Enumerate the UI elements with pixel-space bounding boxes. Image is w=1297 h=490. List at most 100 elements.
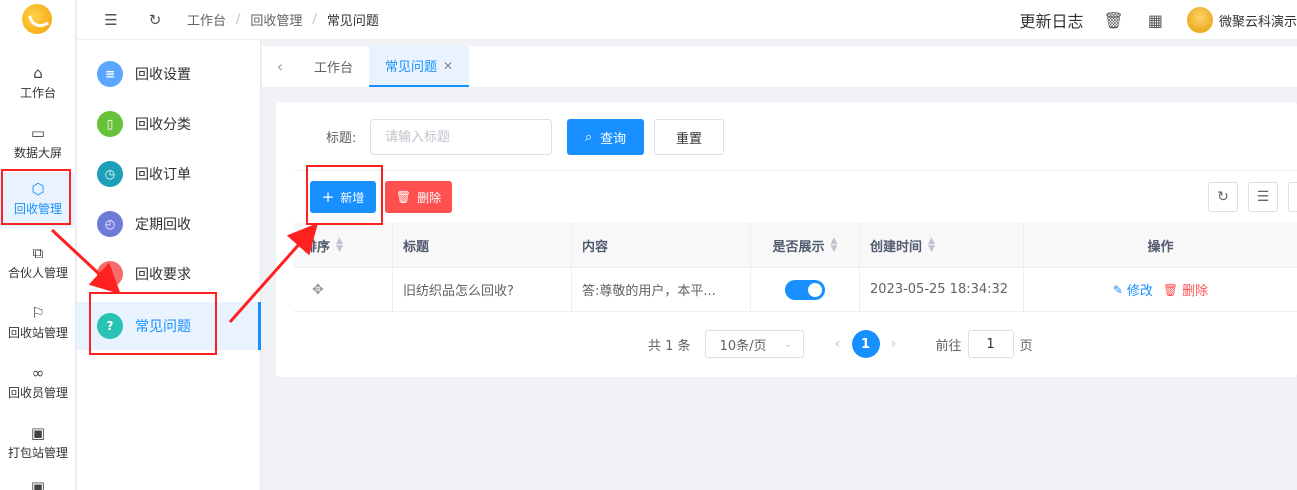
menu-icon: ☰	[1256, 189, 1270, 205]
trash-icon[interactable]: 🗑	[1104, 11, 1124, 30]
reset-button[interactable]: 重置	[654, 119, 724, 155]
tab-label: 工作台	[314, 61, 354, 76]
rail-item-recycle[interactable]: ⬡ 回收管理	[0, 172, 76, 228]
column-label: 标题	[403, 239, 430, 255]
submenu-item-orders[interactable]: ◷ 回收订单	[77, 150, 261, 198]
submenu-item-label: 回收订单	[135, 167, 191, 183]
column-header-content: 内容	[572, 223, 751, 267]
bookmark-icon: ▯	[97, 111, 123, 137]
app-logo[interactable]	[22, 4, 52, 34]
submenu-item-label: 回收设置	[135, 67, 191, 83]
stopwatch-icon: ◴	[97, 211, 123, 237]
changelog-link[interactable]: 更新日志	[1020, 8, 1084, 32]
breadcrumb: 工作台 / 回收管理 / 常见问题	[187, 10, 379, 29]
show-toggle[interactable]	[785, 279, 825, 300]
refresh-table-button[interactable]: ↻	[1208, 182, 1238, 212]
submenu-item-category[interactable]: ▯ 回收分类	[77, 100, 261, 148]
chevron-left-icon[interactable]: ‹	[262, 46, 298, 87]
page-number-current[interactable]: 1	[851, 330, 880, 358]
columns-button[interactable]: ☰	[1248, 182, 1278, 212]
column-header-created[interactable]: 创建时间 ▲ ▼	[860, 223, 1024, 267]
tab-workbench[interactable]: 工作台	[298, 46, 369, 87]
rail-item-workbench[interactable]: ⌂ 工作台	[0, 56, 76, 112]
delete-label: 删除	[1182, 284, 1209, 299]
table-header: 排序 ▲ ▼ 标题 内容 是否展示 ▲ ▼ 创建时间 ▲ ▼ 操作	[294, 223, 1297, 268]
edit-link[interactable]: ✎ 修改	[1112, 280, 1153, 300]
rail-item-station[interactable]: ⚐ 回收站管理	[0, 296, 76, 352]
goto-page-input[interactable]	[967, 330, 1014, 358]
content-cell: 答:尊敬的用户，本平...	[572, 268, 751, 311]
submenu-item-scheduled[interactable]: ◴ 定期回收	[77, 200, 261, 248]
rail-item-packing[interactable]: ▣ 打包站管理	[0, 416, 76, 472]
batch-delete-button[interactable]: 🗑 删除	[385, 181, 452, 213]
rail-item-label: 回收站管理	[7, 326, 68, 340]
add-button[interactable]: + 新增	[310, 181, 376, 213]
column-label: 创建时间	[870, 239, 923, 255]
sort-icon[interactable]: ▲ ▼	[831, 237, 838, 254]
trash-icon: 🗑	[1162, 282, 1179, 297]
column-label: 内容	[582, 239, 609, 255]
clock-icon: ◷	[97, 161, 123, 187]
submenu-item-requirements[interactable]: ! 回收要求	[77, 250, 261, 298]
table-row: ✥ 旧纺织品怎么回收? 答:尊敬的用户，本平... 2023-05-25 18:…	[294, 268, 1297, 312]
refresh-icon[interactable]: ↻	[145, 11, 165, 29]
goto-prefix: 前往	[935, 338, 962, 354]
page-size-select[interactable]: 10条/页 ⌄	[704, 330, 804, 358]
user-name[interactable]: 微聚云科演示	[1219, 11, 1297, 30]
rail-item-label: 回收管理	[13, 202, 62, 216]
submenu-item-faq[interactable]: ? 常见问题	[77, 302, 261, 350]
sort-icon[interactable]: ▲ ▼	[928, 237, 935, 254]
close-icon[interactable]: ✕	[443, 59, 453, 73]
column-header-actions: 操作	[1024, 223, 1297, 267]
submenu-item-label: 回收要求	[135, 267, 191, 283]
faq-table: 排序 ▲ ▼ 标题 内容 是否展示 ▲ ▼ 创建时间 ▲ ▼ 操作 ✥ 旧纺织品怎么回…	[294, 223, 1297, 312]
breadcrumb-separator: /	[312, 12, 317, 27]
more-tools-button[interactable]	[1288, 182, 1297, 212]
header-right: 更新日志 🗑 ▦ 微聚云科演示	[1020, 0, 1297, 40]
list-icon: ≡	[97, 61, 123, 87]
collapse-menu-icon[interactable]: ☰	[101, 11, 121, 29]
next-page-button[interactable]: ›	[886, 336, 902, 352]
goto-suffix: 页	[1019, 338, 1033, 354]
column-header-title: 标题	[393, 223, 572, 267]
infinity-icon: ∞	[31, 364, 45, 382]
column-header-sort[interactable]: 排序 ▲ ▼	[294, 223, 393, 267]
chevron-down-icon: ⌄	[784, 338, 793, 350]
drag-handle-icon[interactable]: ✥	[304, 282, 324, 298]
rail-item-collector[interactable]: ∞ 回收员管理	[0, 356, 76, 412]
rail-item-more[interactable]: ▣	[0, 476, 76, 490]
breadcrumb-item[interactable]: 回收管理	[250, 10, 302, 29]
main-rail: ⌂ 工作台 ▭ 数据大屏 ⬡ 回收管理 ⧉ 合伙人管理 ⚐ 回收站管理 ∞ 回收…	[0, 0, 76, 490]
avatar[interactable]	[1186, 7, 1213, 33]
sort-icon[interactable]: ▲ ▼	[336, 237, 343, 254]
title-search-input[interactable]	[370, 119, 552, 155]
total-count: 共 1 条	[648, 338, 691, 354]
query-button[interactable]: ⌕ 查询	[567, 119, 644, 155]
edit-label: 修改	[1126, 284, 1153, 299]
tab-faq[interactable]: 常见问题 ✕	[369, 46, 470, 87]
cube-icon: ⬡	[31, 180, 45, 198]
column-label: 是否展示	[772, 239, 825, 255]
divider	[294, 170, 1297, 171]
column-header-show[interactable]: 是否展示 ▲ ▼	[751, 223, 860, 267]
prev-page-button[interactable]: ‹	[830, 336, 846, 352]
refresh-icon: ↻	[1217, 189, 1229, 205]
tab-label: 常见问题	[385, 60, 438, 75]
rail-item-label: 工作台	[19, 86, 56, 100]
more-icon: ▣	[30, 478, 46, 490]
rail-item-label: 合伙人管理	[7, 266, 68, 280]
breadcrumb-current: 常见问题	[326, 14, 379, 29]
rail-item-label: 回收员管理	[7, 386, 68, 400]
qrcode-icon[interactable]: ▦	[1148, 11, 1163, 30]
rail-item-dashboard[interactable]: ▭ 数据大屏	[0, 116, 76, 172]
column-label: 排序	[304, 239, 331, 255]
delete-link[interactable]: 🗑 删除	[1162, 280, 1209, 300]
edit-icon: ✎	[1112, 282, 1123, 297]
submenu-item-settings[interactable]: ≡ 回收设置	[77, 50, 261, 98]
actions-cell: ✎ 修改 🗑 删除	[1024, 268, 1297, 311]
tab-bar: ‹ 工作台 常见问题 ✕	[262, 46, 1297, 88]
breadcrumb-item[interactable]: 工作台	[187, 10, 226, 29]
rail-item-partner[interactable]: ⧉ 合伙人管理	[0, 236, 76, 292]
submenu-item-label: 常见问题	[135, 319, 191, 335]
sort-cell: ✥	[294, 268, 393, 311]
